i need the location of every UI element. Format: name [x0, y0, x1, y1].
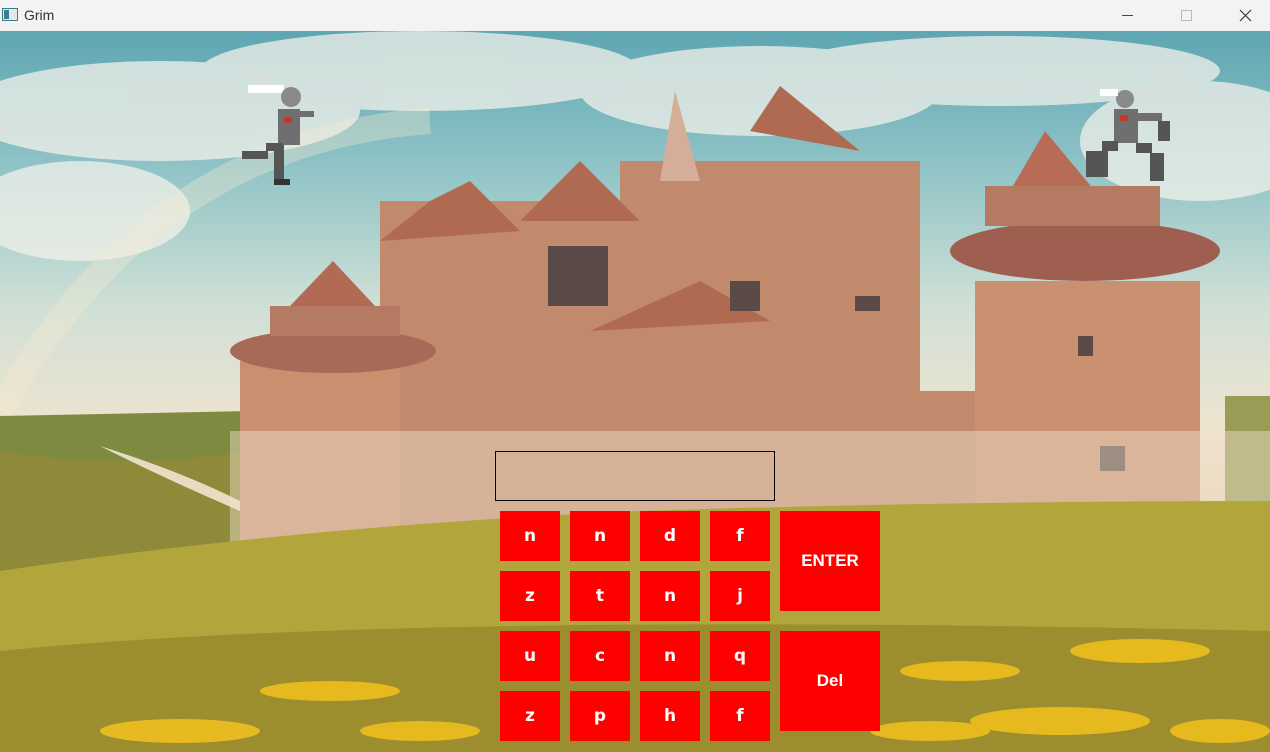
minimize-icon [1121, 15, 1133, 16]
enter-button[interactable]: ENTER [780, 511, 880, 611]
delete-button[interactable]: Del [780, 631, 880, 731]
key-r2c1[interactable]: z [500, 571, 560, 621]
window-title: Grim [24, 7, 55, 23]
ninja-sprite-left [239, 61, 314, 185]
maximize-icon [1180, 10, 1192, 21]
title-bar: Grim [0, 0, 1270, 31]
ninja-sprite-right [1086, 69, 1177, 181]
key-r4c4[interactable]: f [710, 691, 770, 741]
key-r3c3[interactable]: n [640, 631, 700, 681]
close-button[interactable] [1216, 0, 1270, 31]
key-r4c1[interactable]: z [500, 691, 560, 741]
key-r1c3[interactable]: d [640, 511, 700, 561]
close-icon [1239, 9, 1251, 22]
key-r2c2[interactable]: t [570, 571, 630, 621]
key-r1c4[interactable]: f [710, 511, 770, 561]
answer-input[interactable] [495, 451, 775, 501]
key-r2c3[interactable]: n [640, 571, 700, 621]
key-r3c2[interactable]: c [570, 631, 630, 681]
key-r1c2[interactable]: n [570, 511, 630, 561]
game-window: Grim n n d f z t n j u c n q z p h f ENT… [0, 0, 1270, 752]
key-r1c1[interactable]: n [500, 511, 560, 561]
key-r3c4[interactable]: q [710, 631, 770, 681]
key-r4c2[interactable]: p [570, 691, 630, 741]
minimize-button[interactable] [1098, 0, 1156, 31]
key-r4c3[interactable]: h [640, 691, 700, 741]
maximize-button[interactable] [1157, 0, 1215, 31]
app-icon [2, 8, 18, 21]
key-r2c4[interactable]: j [710, 571, 770, 621]
game-scene: n n d f z t n j u c n q z p h f ENTER De… [0, 31, 1270, 752]
key-r3c1[interactable]: u [500, 631, 560, 681]
